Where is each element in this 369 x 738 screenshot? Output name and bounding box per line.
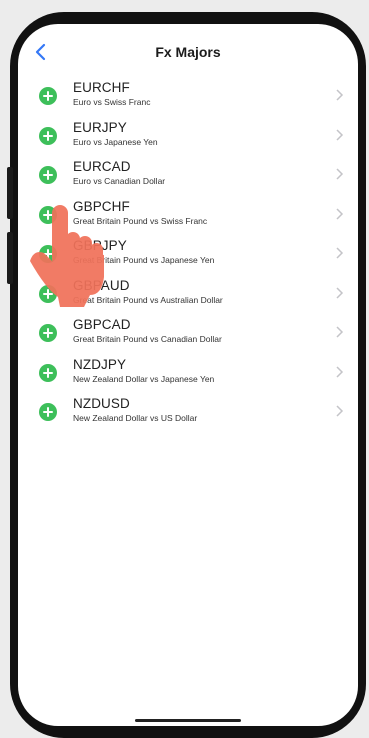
chevron-right-icon [336, 168, 344, 180]
volume-up-button [7, 167, 13, 219]
chevron-right-icon [336, 89, 344, 101]
pair-description: Euro vs Canadian Dollar [73, 176, 166, 186]
chevron-right-icon [336, 365, 344, 378]
home-indicator [135, 719, 241, 722]
chevron-right-icon [336, 405, 344, 417]
hand-pointer-icon [30, 205, 104, 307]
chevron-right-icon [336, 247, 344, 259]
pair-description: New Zealand Dollar vs US Dollar [73, 413, 198, 423]
chevron-right-icon [336, 128, 344, 141]
navigation-bar: Fx Majors [18, 24, 358, 80]
pair-description: Euro vs Japanese Yen [73, 136, 158, 147]
pair-description: Great Britain Pound vs Canadian Dollar [73, 334, 222, 344]
chevron-right-icon [336, 326, 344, 338]
add-icon[interactable] [39, 166, 57, 184]
add-icon[interactable] [39, 126, 57, 145]
list-item[interactable]: GBPCAD Great Britain Pound vs Canadian D… [18, 314, 358, 354]
add-icon[interactable] [39, 363, 57, 382]
list-item[interactable]: EURCHF Euro vs Swiss Franc [18, 77, 358, 117]
pair-description: New Zealand Dollar vs Japanese Yen [73, 373, 215, 384]
pair-symbol: EURCAD [73, 159, 131, 174]
add-icon[interactable] [39, 403, 57, 421]
page-title: Fx Majors [155, 44, 221, 60]
pair-symbol: EURJPY [73, 119, 127, 135]
pair-symbol: GBPCAD [73, 317, 131, 332]
pair-symbol: EURCHF [73, 80, 130, 95]
volume-down-button [7, 232, 13, 284]
add-icon[interactable] [39, 324, 57, 342]
add-icon[interactable] [39, 87, 57, 105]
list-item[interactable]: EURJPY Euro vs Japanese Yen [18, 117, 358, 157]
list-item[interactable]: NZDJPY New Zealand Dollar vs Japanese Ye… [18, 354, 358, 394]
chevron-right-icon [336, 207, 344, 220]
chevron-right-icon [336, 286, 344, 299]
pair-description: Euro vs Swiss Franc [73, 97, 151, 107]
pair-symbol: NZDUSD [73, 396, 130, 411]
screen: Fx Majors EURCHF Euro vs Swiss Franc EUR… [18, 24, 358, 726]
list-item[interactable]: EURCAD Euro vs Canadian Dollar [18, 156, 358, 196]
list-item[interactable]: NZDUSD New Zealand Dollar vs US Dollar [18, 393, 358, 433]
pair-symbol: NZDJPY [73, 356, 127, 372]
